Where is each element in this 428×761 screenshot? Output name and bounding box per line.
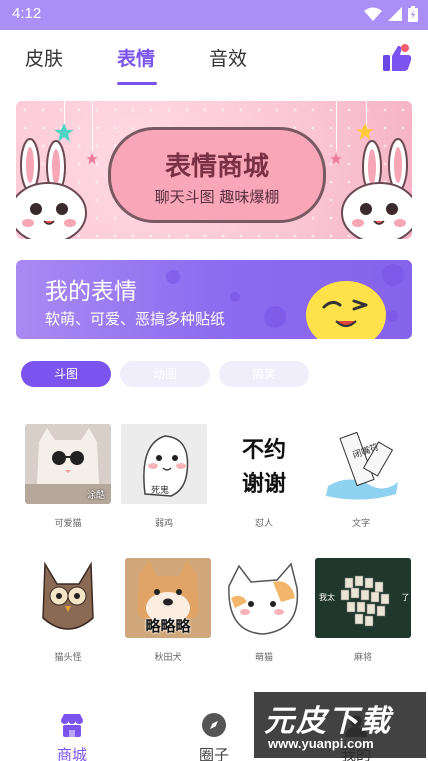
tab-skin[interactable]: 皮肤 [25,44,63,71]
sticker-label: 可爱猫 [54,519,82,529]
battery-icon [408,6,418,22]
tab-sound[interactable]: 音效 [209,44,247,71]
bubble-decoration [386,310,398,322]
sticker-pack-text[interactable]: 闭嘴符 文字 [318,424,404,529]
sticker-label: 怼人 [254,519,273,529]
watermark-overlay: 元皮下载 www.yuanpi.com [254,692,426,758]
banner-subtitle: 聊天斗图 趣味爆棚 [154,188,280,206]
kitten-doodle-image [221,558,307,638]
tab-stickers[interactable]: 表情 [117,44,155,71]
sticker-label: 萌猫 [254,653,273,663]
banner-title: 表情商城 [164,152,269,182]
sticker-thumbnail: 我太 了 [315,558,411,638]
sticker-pack-weak-chick[interactable]: 死鬼 弱鸡 [121,424,207,529]
sticker-pack-mahjong[interactable]: 我太 了 麻将 [315,558,411,663]
nav-item-circle[interactable]: 圈子 [184,712,244,761]
sticker-pack-cute-cat-2[interactable]: 萌猫 [221,558,307,663]
wink-emoji-icon [306,281,386,339]
talisman-doodle-image [318,424,404,504]
status-time: 4:12 [12,5,42,22]
banner-cloud: 表情商城 聊天斗图 趣味爆棚 [108,127,326,223]
banner-string [336,101,337,151]
sticker-caption: 不约 谢谢 [241,438,286,497]
sticker-label: 猫头怪 [54,653,82,663]
my-stickers-title: 我的表情 [45,279,137,305]
bubble-decoration [264,306,286,328]
bubble-decoration [230,292,240,302]
sticker-label: 文字 [351,519,370,529]
owl-doodle-image [25,558,111,638]
nav-label: 商城 [56,746,87,761]
banner-string [92,101,93,151]
promo-banner[interactable]: 表情商城 聊天斗图 趣味爆棚 [16,101,412,239]
sticker-label: 麻将 [353,653,372,663]
sticker-pack-akita[interactable]: 略略略 秋田犬 [125,558,211,663]
sticker-thumbnail: 不约 谢谢 [221,424,307,504]
sticker-thumbnail: 略略略 [125,558,211,638]
banner-string [366,101,367,125]
compass-icon [202,713,226,737]
wifi-icon [364,7,382,21]
sticker-pack-owl-monster[interactable]: 猫头怪 [25,558,111,663]
bunny-right-illustration [341,138,412,239]
status-bar: 4:12 [0,0,428,30]
sticker-thumbnail [25,558,111,638]
my-stickers-subtitle: 软萌、可爱、恶搞多种贴纸 [45,310,226,328]
filter-chip-funny[interactable]: 搞笑 [219,361,309,387]
sticker-label: 弱鸡 [154,519,173,529]
nav-label: 圈子 [198,746,229,761]
sticker-caption: 涂酷 [86,491,105,501]
sticker-thumbnail [221,558,307,638]
watermark-url: www.yuanpi.com [268,736,374,751]
bunny-left-illustration [16,138,87,239]
sticker-caption: 死鬼 [151,486,170,496]
bubble-decoration [166,270,180,284]
sticker-thumbnail: 涂酷 [25,424,111,504]
sticker-label: 秋田犬 [154,653,182,663]
sticker-pack-cute-cat[interactable]: 涂酷 可爱猫 [25,424,111,529]
sticker-pack-roast[interactable]: 不约 谢谢 怼人 [221,424,307,529]
shop-icon [61,714,83,737]
top-tabs: 皮肤 表情 音效 [0,30,428,90]
filter-chip-battle[interactable]: 斗图 [21,361,111,387]
sticker-thumbnail: 闭嘴符 [318,424,404,504]
sticker-caption: 我太 了 [319,593,410,602]
sticker-thumbnail: 死鬼 [121,424,207,504]
filter-chip-animated[interactable]: 动图 [120,361,210,387]
watermark-title: 元皮下载 [264,704,392,739]
tab-underline [117,82,157,85]
sticker-caption: 略略略 [145,617,191,635]
thumbs-up-icon[interactable] [381,42,413,74]
nav-item-shop[interactable]: 商城 [42,712,102,761]
status-icons [364,6,418,22]
my-stickers-card[interactable]: 我的表情 软萌、可爱、恶搞多种贴纸 [16,260,412,339]
signal-icon [388,7,402,21]
